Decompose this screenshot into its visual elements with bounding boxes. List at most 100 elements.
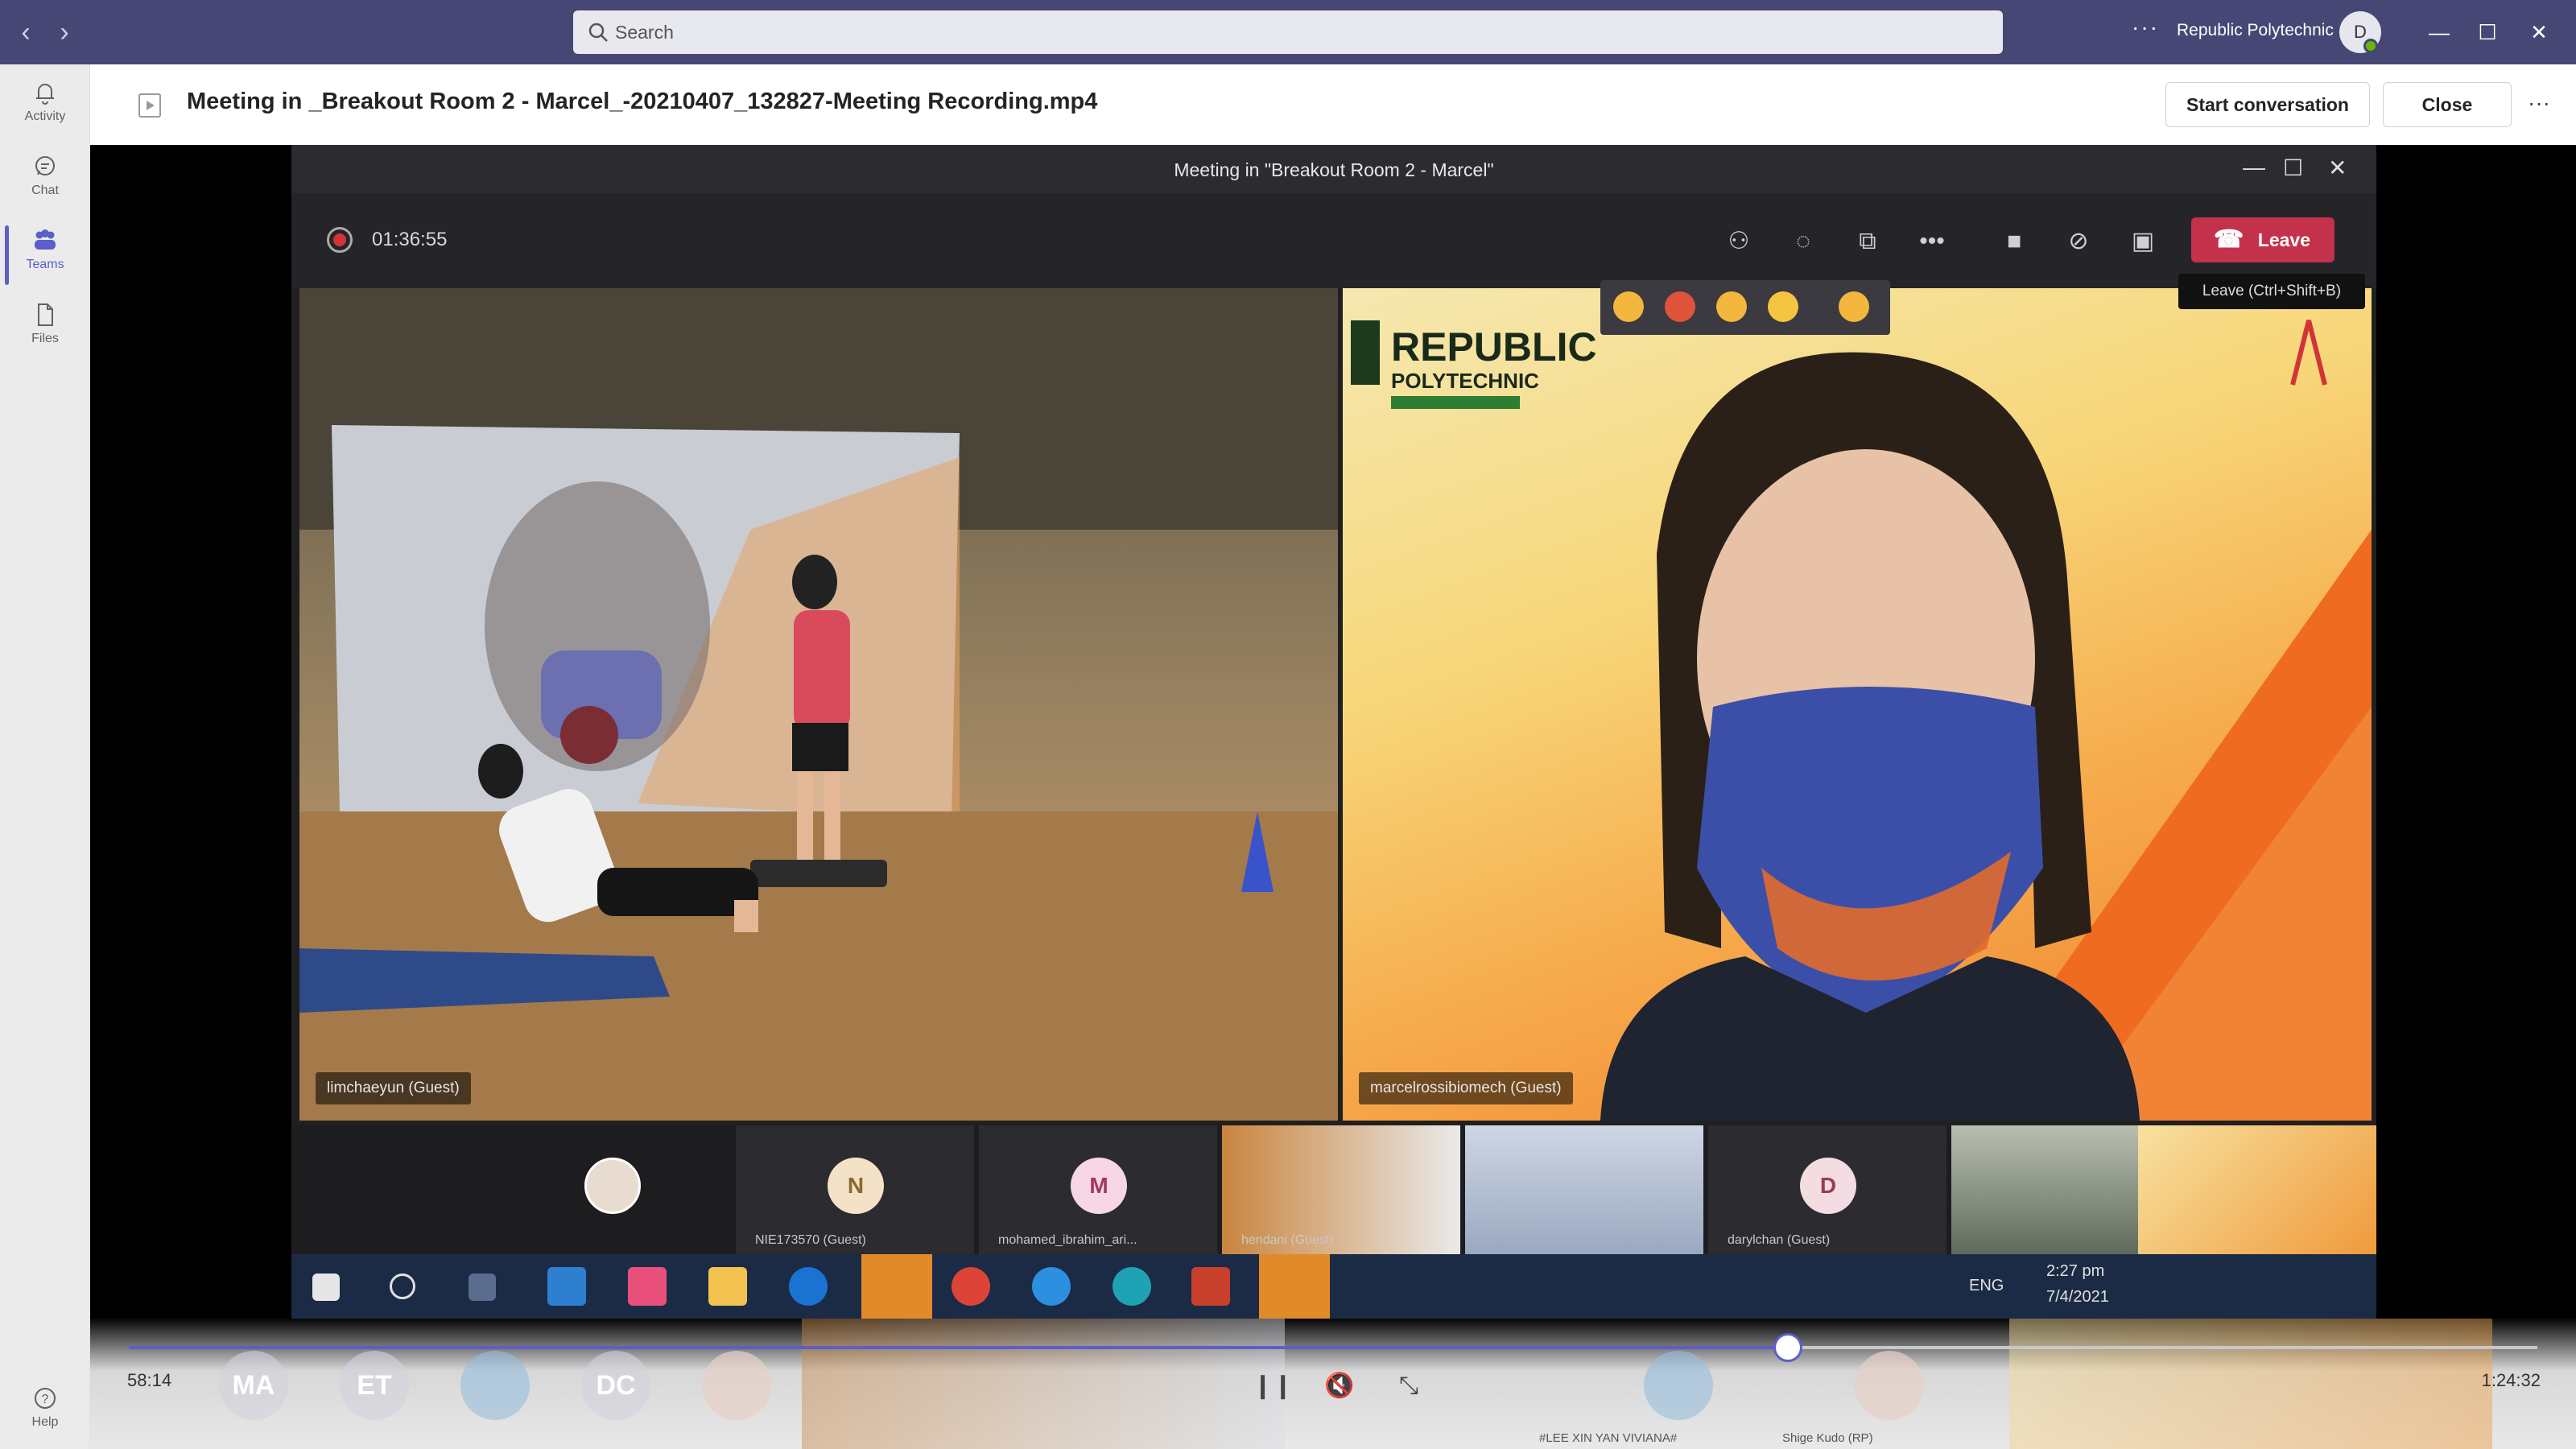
participant-thumb: N NIE173570 (Guest)	[736, 1125, 974, 1254]
task-view-icon	[469, 1274, 496, 1301]
playback-controls: MA ET DC #LEE XIN YAN VIVIANA# Shige Kud…	[90, 1319, 2576, 1449]
laugh-reaction-icon	[1768, 291, 1798, 322]
file-title: Meeting in _Breakout Room 2 - Marcel_-20…	[187, 89, 1098, 114]
teams-icon	[35, 229, 56, 250]
chat-icon	[35, 156, 55, 175]
mic-muted-icon: ⊘	[2068, 228, 2089, 254]
gym-scene	[299, 288, 1338, 1121]
share-screen-icon: ▣	[2131, 228, 2155, 254]
recorded-taskbar: ENG 2:27 pm 7/4/2021	[291, 1254, 2376, 1319]
search-icon	[588, 23, 608, 42]
seek-bar[interactable]	[129, 1333, 2537, 1362]
taskbar-date: 7/4/2021	[2046, 1288, 2109, 1306]
participant-thumb	[2138, 1125, 2376, 1254]
reactions-bar	[1600, 280, 1890, 335]
rail-item-label: Activity	[24, 109, 66, 123]
participant-video-tile: limchaeyun (Guest)	[299, 288, 1338, 1121]
rail-item-chat[interactable]: Chat	[0, 145, 90, 217]
participant-thumb	[493, 1125, 731, 1254]
rail-item-teams[interactable]: Teams	[0, 219, 90, 291]
back-arrow-icon[interactable]: ‹	[10, 16, 42, 48]
participant-thumb: hendani (Guest)	[1222, 1125, 1460, 1254]
outlook-icon	[861, 1254, 932, 1319]
participant-ghost-avatar	[1855, 1351, 1924, 1420]
thumbnail-strip-preview	[2009, 1319, 2492, 1449]
camera-icon: ■	[2006, 228, 2022, 254]
participant-ghost-avatar: DC	[581, 1351, 650, 1420]
app-rail: Activity Chat Teams Files ? Help	[0, 64, 90, 1449]
video-file-icon	[138, 93, 161, 118]
help-icon: ?	[35, 1388, 56, 1409]
org-name: Republic Polytechnic	[2177, 21, 2334, 39]
recording-time: 01:36:55	[372, 229, 448, 250]
participant-avatar: N	[828, 1158, 884, 1214]
rail-item-label: Chat	[31, 184, 59, 197]
more-options-icon[interactable]: ···	[2528, 90, 2550, 116]
leave-button: Leave	[2191, 217, 2334, 262]
meeting-minimize-icon: —	[2243, 155, 2265, 180]
taskbar-time: 2:27 pm	[2046, 1262, 2105, 1280]
close-button[interactable]: Close	[2383, 82, 2512, 127]
participant-name-label: limchaeyun (Guest)	[316, 1072, 471, 1104]
rail-item-activity[interactable]: Activity	[0, 71, 90, 143]
applause-reaction-icon	[1716, 291, 1747, 322]
presenter-name-label: marcelrossibiomech (Guest)	[1359, 1072, 1573, 1104]
chrome-icon	[952, 1267, 990, 1306]
recording-icon	[327, 227, 353, 253]
total-time: 1:24:32	[2481, 1370, 2541, 1390]
maximize-icon[interactable]: ☐	[2463, 14, 2512, 50]
file-header: Meeting in _Breakout Room 2 - Marcel_-20…	[90, 64, 2576, 145]
presence-status-icon	[2363, 39, 2378, 53]
breakout-rooms-icon: ⧉	[1859, 228, 1876, 254]
participant-thumb: M mohamed_ibrahim_ari...	[979, 1125, 1217, 1254]
brand-line-2: POLYTECHNIC	[1391, 369, 1539, 393]
rail-item-help[interactable]: ? Help	[0, 1377, 90, 1449]
video-player[interactable]: Meeting in "Breakout Room 2 - Marcel" — …	[90, 145, 2576, 1449]
forward-arrow-icon[interactable]: ›	[48, 16, 80, 48]
current-time: 58:14	[127, 1370, 172, 1390]
pause-icon[interactable]: ❙❙	[1253, 1368, 1293, 1404]
search-box[interactable]	[573, 10, 2003, 54]
meeting-toolbar: 01:36:55 ⚇ ◌ ⧉ ••• ■ ⊘ ▣ Leave	[291, 193, 2376, 288]
people-icon: ⚇	[1728, 228, 1750, 254]
svg-text:?: ?	[42, 1393, 49, 1406]
more-actions-icon: •••	[1919, 228, 1945, 254]
rail-item-files[interactable]: Files	[0, 293, 90, 365]
participant-thumb-label: mohamed_ibrahim_ari...	[998, 1233, 1137, 1247]
taskbar-search-icon	[390, 1274, 415, 1299]
search-input[interactable]	[615, 10, 1967, 54]
heart-reaction-icon	[1665, 291, 1695, 322]
taskbar-app-icon	[628, 1267, 667, 1306]
participant-thumb-label: darylchan (Guest)	[1728, 1233, 1831, 1247]
participant-strip: N NIE173570 (Guest) M mohamed_ibrahim_ar…	[291, 1125, 2376, 1254]
volume-muted-icon[interactable]: 🔇	[1322, 1368, 1357, 1404]
more-options-icon[interactable]: ···	[2132, 14, 2159, 40]
participant-ghost-avatar: MA	[219, 1351, 288, 1420]
chat-icon: ◌	[1796, 228, 1810, 254]
participant-thumb-label: NIE173570 (Guest)	[755, 1233, 866, 1247]
ghost-participant-name: #LEE XIN YAN VIVIANA#	[1539, 1431, 1678, 1445]
seek-bar-progress	[129, 1346, 1789, 1349]
like-reaction-icon	[1613, 291, 1644, 322]
ghost-participant-name: Shige Kudo (RP)	[1782, 1431, 1873, 1445]
meeting-maximize-icon: ☐	[2283, 155, 2304, 180]
powerpoint-icon	[1191, 1267, 1230, 1306]
taskbar-app-icon	[547, 1267, 586, 1306]
taskbar-language: ENG	[1969, 1277, 2004, 1294]
exit-fullscreen-icon[interactable]: ⤡	[1391, 1368, 1426, 1404]
seek-bar-handle[interactable]	[1773, 1333, 1803, 1362]
participant-avatar: D	[1800, 1158, 1856, 1214]
close-window-icon[interactable]: ✕	[2515, 14, 2563, 50]
leave-tooltip: Leave (Ctrl+Shift+B)	[2178, 274, 2365, 309]
brand-line-1: REPUBLIC	[1391, 324, 1597, 369]
file-icon	[38, 303, 53, 326]
app-titlebar: ‹ › ··· Republic Polytechnic D — ☐ ✕	[0, 0, 2576, 64]
participant-ghost-avatar	[460, 1351, 530, 1420]
video-frame: Meeting in "Breakout Room 2 - Marcel" — …	[291, 145, 2376, 1319]
meeting-window-titlebar: Meeting in "Breakout Room 2 - Marcel" — …	[291, 145, 2376, 193]
start-conversation-button[interactable]: Start conversation	[2165, 82, 2370, 127]
minimize-icon[interactable]: —	[2415, 14, 2463, 50]
edge-icon	[1113, 1267, 1151, 1306]
participant-ghost-avatar	[702, 1351, 771, 1420]
participant-ghost-avatar: ET	[340, 1351, 409, 1420]
